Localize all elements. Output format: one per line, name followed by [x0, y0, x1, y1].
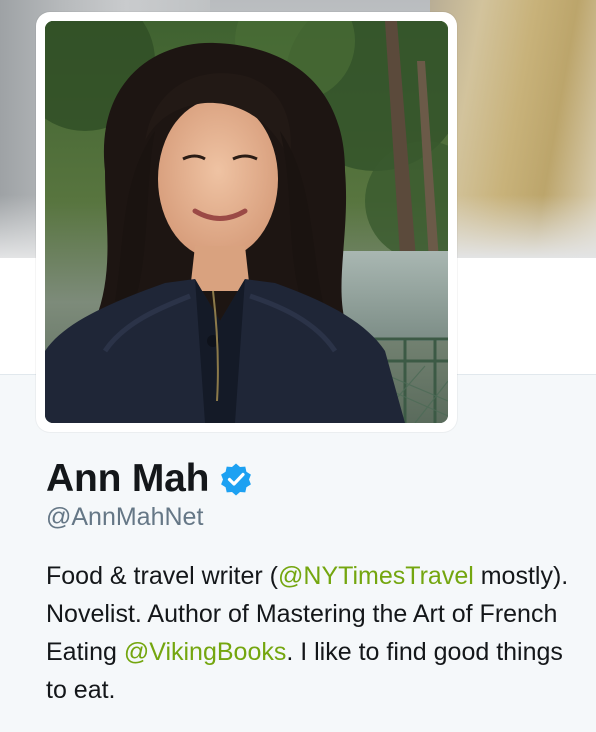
- avatar[interactable]: [36, 12, 457, 432]
- avatar-illustration: [45, 21, 448, 423]
- profile-name[interactable]: Ann Mah: [46, 457, 209, 501]
- mention-link-nytimestravel[interactable]: @NYTimesTravel: [278, 562, 474, 590]
- verified-badge-icon[interactable]: [219, 462, 253, 496]
- profile-name-row: Ann Mah: [46, 456, 253, 502]
- profile-handle[interactable]: @AnnMahNet: [46, 503, 203, 532]
- avatar-photo: [45, 21, 448, 423]
- mention-link-vikingbooks[interactable]: @VikingBooks: [124, 638, 287, 666]
- profile-bio: Food & travel writer (@NYTimesTravel mos…: [46, 557, 576, 709]
- bio-text: Food & travel writer (: [46, 562, 279, 590]
